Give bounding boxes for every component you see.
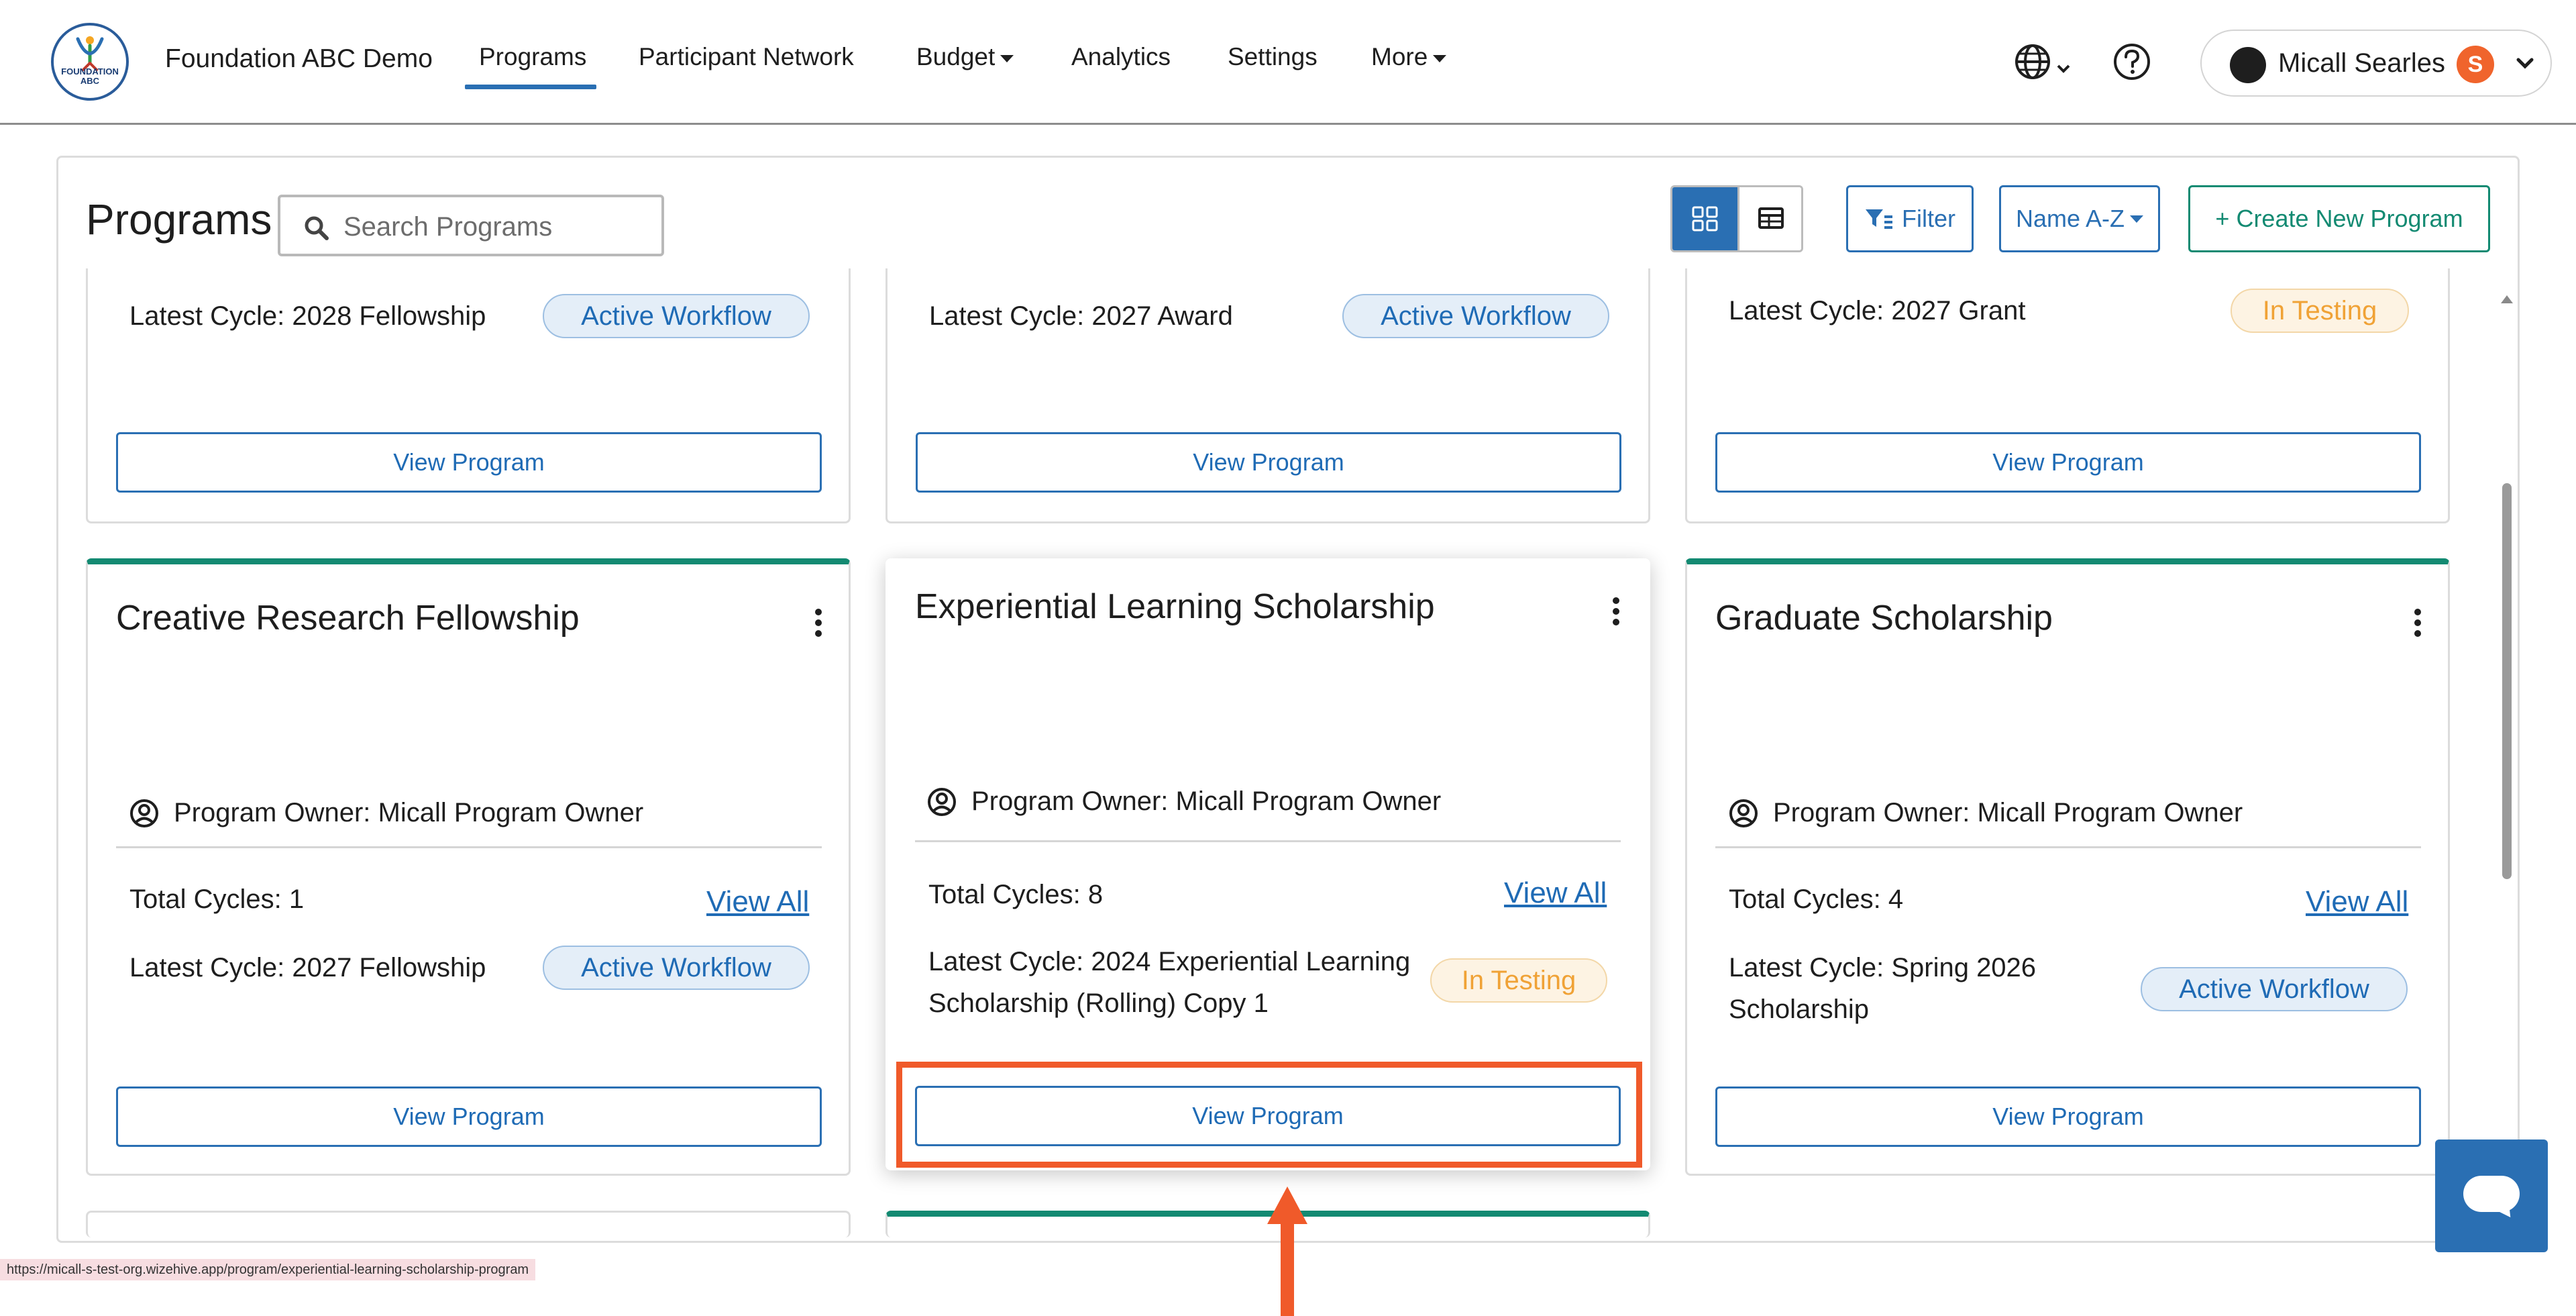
card-title: Experiential Learning Scholarship: [915, 587, 1435, 626]
chevron-down-icon: [2516, 58, 2534, 69]
status-badge: Active Workflow: [1342, 294, 1609, 338]
annotation-arrow-shaft: [1281, 1221, 1294, 1316]
annotation-arrow-head: [1267, 1186, 1307, 1224]
page-title: Programs: [86, 195, 272, 244]
view-program-button[interactable]: View Program: [916, 432, 1621, 493]
scroll-up-arrow[interactable]: [2501, 295, 2513, 303]
help-icon: [2114, 44, 2150, 80]
grid-view-icon: [1692, 206, 1718, 232]
kebab-menu-icon[interactable]: [2414, 609, 2422, 641]
card-title: Creative Research Fellowship: [116, 599, 580, 638]
nav-budget[interactable]: Budget: [916, 43, 1014, 71]
caret-down-icon: [2130, 215, 2144, 223]
language-selector[interactable]: [2014, 42, 2081, 85]
owner-text: Program Owner: Micall Program Owner: [174, 798, 644, 827]
program-card-creative-research-fellowship: Creative Research Fellowship Program Own…: [86, 558, 851, 1176]
card-title: Graduate Scholarship: [1715, 599, 2053, 638]
table-view-button[interactable]: [1737, 187, 1801, 250]
program-owner: Program Owner: Micall Program Owner: [927, 787, 1441, 817]
divider: [1715, 846, 2421, 848]
latest-cycle-line2: Scholarship: [1729, 995, 1870, 1024]
kebab-menu-icon[interactable]: [1613, 597, 1621, 629]
status-badge: Active Workflow: [2141, 967, 2408, 1011]
latest-cycle-line1: Latest Cycle: Spring 2026: [1729, 953, 2037, 982]
nav-more[interactable]: More: [1371, 43, 1447, 71]
nav-budget-label: Budget: [916, 43, 996, 70]
help-button[interactable]: [2112, 42, 2152, 85]
nav-participant-network[interactable]: Participant Network: [639, 43, 854, 71]
search-field[interactable]: [278, 195, 664, 256]
latest-cycle: Latest Cycle: 2028 Fellowship: [129, 301, 486, 331]
create-new-program-button[interactable]: + Create New Program: [2188, 185, 2490, 252]
scrollbar-thumb[interactable]: [2502, 483, 2512, 879]
user-menu[interactable]: Micall Searles S: [2200, 30, 2552, 97]
latest-cycle-line1: Latest Cycle: 2024 Experiential Learning: [928, 947, 1411, 976]
foundation-logo[interactable]: FOUNDATION ABC: [51, 23, 129, 101]
sort-label: Name A-Z: [2015, 205, 2125, 232]
view-program-button[interactable]: View Program: [1715, 432, 2421, 493]
caret-down-icon: [1000, 54, 1014, 62]
status-badge: In Testing: [2231, 289, 2409, 333]
avatar: [2230, 47, 2266, 83]
filter-icon: [1866, 209, 1892, 229]
sort-dropdown[interactable]: Name A-Z: [1999, 185, 2160, 252]
status-badge: Active Workflow: [543, 946, 810, 990]
chat-button[interactable]: [2435, 1140, 2548, 1252]
program-card-graduate-scholarship: Graduate Scholarship Program Owner: Mica…: [1685, 558, 2450, 1176]
nav-analytics[interactable]: Analytics: [1071, 43, 1171, 71]
view-toggle: [1670, 185, 1803, 252]
latest-cycle: Latest Cycle: 2027 Award: [929, 301, 1233, 331]
divider: [116, 846, 822, 848]
user-circle-icon: [928, 787, 956, 816]
program-owner: Program Owner: Micall Program Owner: [1729, 798, 2243, 828]
annotation-highlight: [896, 1062, 1642, 1168]
total-cycles: Total Cycles: 4: [1729, 884, 1904, 914]
globe-icon: [2015, 44, 2070, 79]
program-card: Latest Cycle: 2027 Grant In Testing View…: [1685, 268, 2450, 523]
nav-more-label: More: [1371, 43, 1428, 70]
grid-view-button[interactable]: [1672, 187, 1737, 250]
latest-cycle-line2: Scholarship (Rolling) Copy 1: [928, 989, 1269, 1018]
view-all-link[interactable]: View All: [2306, 885, 2408, 919]
user-circle-icon: [1729, 799, 1758, 827]
search-input[interactable]: [342, 207, 653, 247]
view-all-link[interactable]: View All: [706, 885, 809, 919]
latest-cycle: Latest Cycle: 2027 Grant: [1729, 296, 2026, 325]
filter-label: Filter: [1902, 205, 1955, 232]
user-circle-icon: [130, 799, 158, 827]
nav-programs[interactable]: Programs: [479, 43, 586, 71]
view-program-button[interactable]: View Program: [116, 1086, 822, 1147]
status-badge: Active Workflow: [543, 294, 810, 338]
status-bar-url: https://micall-s-test-org.wizehive.app/p…: [0, 1259, 536, 1280]
search-icon: [305, 216, 329, 240]
program-card-partial: [86, 1211, 851, 1237]
total-cycles: Total Cycles: 1: [129, 884, 305, 914]
filter-button[interactable]: Filter: [1846, 185, 1974, 252]
view-program-button[interactable]: View Program: [116, 432, 822, 493]
program-card: Latest Cycle: 2027 Award Active Workflow…: [885, 268, 1650, 523]
view-all-link[interactable]: View All: [1504, 876, 1607, 910]
owner-text: Program Owner: Micall Program Owner: [971, 787, 1442, 816]
caret-down-icon: [1433, 54, 1447, 62]
logo-text: FOUNDATION ABC: [61, 66, 119, 86]
app-badge-icon: S: [2457, 46, 2494, 83]
logo-figure-icon: [76, 36, 104, 71]
total-cycles: Total Cycles: 8: [928, 880, 1104, 909]
view-program-button[interactable]: View Program: [1715, 1086, 2421, 1147]
nav-settings[interactable]: Settings: [1228, 43, 1318, 71]
latest-cycle-line1: Latest Cycle: 2027 Fellowship: [129, 953, 486, 982]
nav-active-indicator: [465, 85, 596, 89]
divider: [915, 840, 1621, 842]
kebab-menu-icon[interactable]: [815, 609, 823, 641]
program-card: Latest Cycle: 2028 Fellowship Active Wor…: [86, 268, 851, 523]
table-view-icon: [1758, 207, 1784, 229]
program-owner: Program Owner: Micall Program Owner: [129, 798, 643, 828]
org-name: Foundation ABC Demo: [165, 44, 433, 73]
top-navigation: FOUNDATION ABC Foundation ABC Demo Progr…: [0, 0, 2576, 125]
user-name: Micall Searles: [2278, 48, 2445, 78]
owner-text: Program Owner: Micall Program Owner: [1773, 798, 2243, 827]
status-badge: In Testing: [1430, 958, 1607, 1003]
